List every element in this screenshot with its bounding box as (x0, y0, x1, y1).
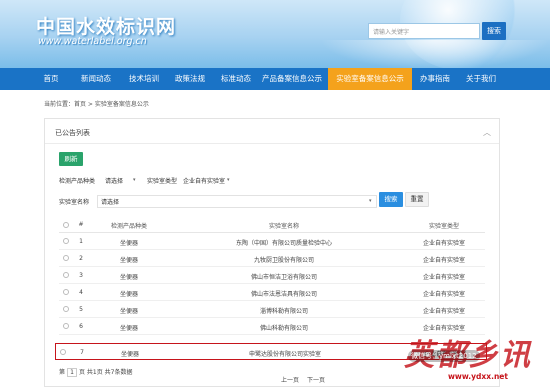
row-lab-name: 九牧厨卫股份有限公司 (253, 257, 314, 264)
row-product: 坐便器 (119, 240, 138, 247)
row-lab-type: 企业自有实验室 (422, 291, 465, 298)
chevron-down-icon: ▾ (369, 198, 372, 204)
site-header: 中国水效标识网 www.waterlabel.org.cn 请输入关键字 搜索 (0, 0, 550, 68)
row-lab-type: 企业自有实验室 (422, 274, 465, 281)
col-product-type: 检测产品种类 (110, 223, 147, 230)
row-checkbox[interactable] (60, 349, 66, 355)
row-checkbox[interactable] (63, 238, 69, 244)
row-lab-name: 申鹭达股份有限公司实验室 (248, 351, 321, 358)
lab-type-select[interactable]: 企业自有实验室 (183, 176, 225, 185)
row-number: 7 (80, 349, 84, 356)
page-number-input[interactable]: 1 (67, 368, 78, 377)
nav-item-about[interactable]: 关于我们 (460, 68, 502, 90)
next-page-link[interactable]: 下一页 (307, 375, 325, 384)
row-product: 坐便器 (120, 351, 139, 358)
nav-item-policy[interactable]: 政策法规 (168, 68, 212, 90)
nav-item-product-filing[interactable]: 产品备案信息公示 (258, 68, 326, 90)
table-row[interactable]: 5 坐便器 淄博科勒有限公司 企业自有实验室 (59, 301, 485, 318)
row-number: 4 (79, 289, 83, 296)
nav-item-news[interactable]: 新闻动态 (74, 68, 118, 90)
refresh-button[interactable]: 刷新 (59, 152, 83, 166)
lab-type-label: 实验室类型 (147, 178, 178, 185)
table-row[interactable]: 2 坐便器 九牧厨卫股份有限公司 企业自有实验室 (59, 250, 485, 267)
lab-name-label: 实验室名称 (59, 199, 90, 206)
row-product: 坐便器 (119, 274, 138, 281)
row-lab-name: 东陶（中国）有限公司质量检验中心 (235, 240, 332, 247)
nav-item-lab-filing[interactable]: 实验室备案信息公示 (328, 68, 412, 90)
product-type-label: 检测产品种类 (59, 178, 96, 185)
row-lab-type: 企业自有实验室 (422, 240, 465, 247)
pager-summary: 第1页 共1页 共7条数据 (59, 367, 132, 377)
col-lab-name: 实验室名称 (268, 223, 299, 230)
row-product: 坐便器 (119, 291, 138, 298)
search-input[interactable]: 请输入关键字 (368, 23, 480, 39)
site-logo-title[interactable]: 中国水效标识网 (36, 12, 176, 39)
row-product: 坐便器 (119, 257, 138, 264)
lab-name-select[interactable] (97, 195, 377, 208)
col-number: # (78, 221, 84, 228)
watermark-wechat: 微信号：ymlxt2012 (408, 350, 480, 362)
nav-item-guide[interactable]: 办事指南 (414, 68, 456, 90)
row-lab-type: 企业自有实验室 (422, 308, 465, 315)
row-product: 坐便器 (119, 325, 138, 332)
breadcrumb: 当前位置：首页 > 实验室备案信息公示 (44, 101, 149, 108)
row-product: 坐便器 (119, 308, 138, 315)
row-checkbox[interactable] (63, 272, 69, 278)
search-button[interactable]: 搜索 (482, 22, 506, 40)
row-lab-type: 企业自有实验室 (422, 257, 465, 264)
nav-item-home[interactable]: 首页 (36, 68, 66, 90)
table-header: # 检测产品种类 实验室名称 实验室类型 (59, 217, 485, 233)
select-all-checkbox[interactable] (63, 222, 69, 228)
row-lab-name: 佛山科勒有限公司 (259, 325, 308, 332)
row-lab-name: 佛山市恒洁卫浴有限公司 (250, 274, 317, 281)
row-number: 3 (79, 272, 83, 279)
pager-prefix: 第 (59, 369, 66, 376)
row-number: 1 (79, 238, 83, 245)
chevron-down-icon: ▾ (227, 177, 230, 183)
water-splash-graphic (320, 40, 550, 68)
nav-item-training[interactable]: 技术培训 (122, 68, 166, 90)
table-row[interactable]: 4 坐便器 佛山市法恩洁具有限公司 企业自有实验室 (59, 284, 485, 301)
chevron-down-icon: ▾ (133, 177, 136, 183)
collapse-chevron-icon[interactable]: ︿ (483, 127, 491, 138)
row-number: 6 (79, 323, 83, 330)
row-checkbox[interactable] (63, 255, 69, 261)
row-checkbox[interactable] (63, 306, 69, 312)
product-type-select[interactable]: 请选择 (105, 176, 123, 185)
pager-summary-text: 页 共1页 共7条数据 (79, 369, 133, 376)
lab-name-value: 请选择 (101, 199, 120, 206)
table-row[interactable]: 1 坐便器 东陶（中国）有限公司质量检验中心 企业自有实验室 (59, 233, 485, 250)
panel-title: 已公告列表 (55, 129, 90, 137)
filter-reset-button[interactable]: 重置 (405, 192, 429, 207)
main-nav: 首页 新闻动态 技术培训 政策法规 标准动态 产品备案信息公示 实验室备案信息公… (0, 68, 550, 90)
prev-page-link[interactable]: 上一页 (281, 375, 299, 384)
row-number: 2 (79, 255, 83, 262)
col-lab-type: 实验室类型 (428, 223, 459, 230)
row-checkbox[interactable] (63, 289, 69, 295)
row-number: 5 (79, 306, 83, 313)
filter-search-button[interactable]: 搜索 (379, 192, 403, 207)
panel-divider (45, 143, 499, 144)
watermark-url: www.ydxx.net (448, 372, 508, 381)
row-lab-name: 佛山市法恩洁具有限公司 (250, 291, 317, 298)
row-checkbox[interactable] (63, 323, 69, 329)
table-row[interactable]: 3 坐便器 佛山市恒洁卫浴有限公司 企业自有实验室 (59, 267, 485, 284)
site-logo-url: www.waterlabel.org.cn (38, 36, 147, 47)
nav-item-standards[interactable]: 标准动态 (214, 68, 258, 90)
row-lab-name: 淄博科勒有限公司 (259, 308, 308, 315)
